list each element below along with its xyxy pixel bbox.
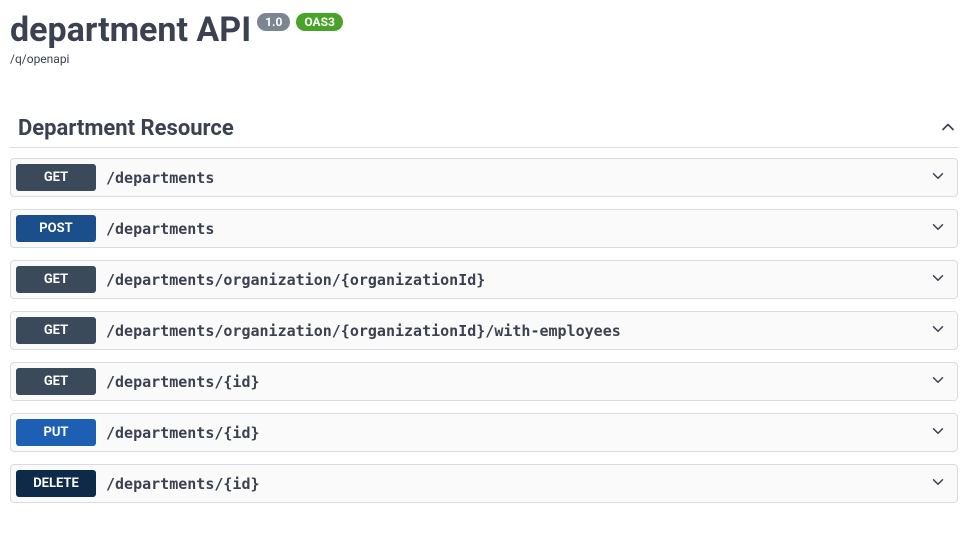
operation-row[interactable]: PUT/departments/{id} bbox=[10, 413, 958, 452]
chevron-down-icon bbox=[929, 167, 947, 189]
api-header: department API 1.0 OAS3 /q/openapi bbox=[0, 0, 968, 66]
chevron-down-icon bbox=[929, 218, 947, 240]
endpoint-path: /departments/{id} bbox=[106, 424, 921, 442]
endpoint-path: /departments bbox=[106, 220, 921, 238]
endpoint-path: /departments/{id} bbox=[106, 475, 921, 493]
version-badge: 1.0 bbox=[257, 13, 290, 31]
operations-list: GET/departmentsPOST/departmentsGET/depar… bbox=[10, 158, 958, 503]
title-row: department API 1.0 OAS3 bbox=[10, 10, 958, 50]
http-method-badge: POST bbox=[16, 215, 96, 242]
http-method-badge: GET bbox=[16, 317, 96, 344]
operation-row[interactable]: POST/departments bbox=[10, 209, 958, 248]
chevron-down-icon bbox=[929, 473, 947, 495]
chevron-down-icon bbox=[929, 422, 947, 444]
operation-row[interactable]: GET/departments/organization/{organizati… bbox=[10, 311, 958, 350]
endpoint-path: /departments/organization/{organizationI… bbox=[106, 271, 921, 289]
http-method-badge: GET bbox=[16, 266, 96, 293]
endpoint-path: /departments/organization/{organizationI… bbox=[106, 322, 921, 340]
operation-row[interactable]: GET/departments/organization/{organizati… bbox=[10, 260, 958, 299]
spec-url-link[interactable]: /q/openapi bbox=[10, 52, 958, 66]
endpoint-path: /departments/{id} bbox=[106, 373, 921, 391]
http-method-badge: GET bbox=[16, 368, 96, 395]
section-toggle[interactable]: Department Resource bbox=[10, 116, 958, 148]
oas-badge: OAS3 bbox=[296, 13, 343, 31]
operation-row[interactable]: DELETE/departments/{id} bbox=[10, 464, 958, 503]
operation-row[interactable]: GET/departments/{id} bbox=[10, 362, 958, 401]
chevron-up-icon bbox=[938, 117, 958, 141]
chevron-down-icon bbox=[929, 269, 947, 291]
section-title: Department Resource bbox=[10, 116, 234, 141]
http-method-badge: GET bbox=[16, 164, 96, 191]
api-title: department API bbox=[10, 10, 251, 50]
operation-row[interactable]: GET/departments bbox=[10, 158, 958, 197]
resource-section: Department Resource GET/departmentsPOST/… bbox=[0, 116, 968, 503]
endpoint-path: /departments bbox=[106, 169, 921, 187]
http-method-badge: PUT bbox=[16, 419, 96, 446]
chevron-down-icon bbox=[929, 320, 947, 342]
chevron-down-icon bbox=[929, 371, 947, 393]
http-method-badge: DELETE bbox=[16, 470, 96, 497]
